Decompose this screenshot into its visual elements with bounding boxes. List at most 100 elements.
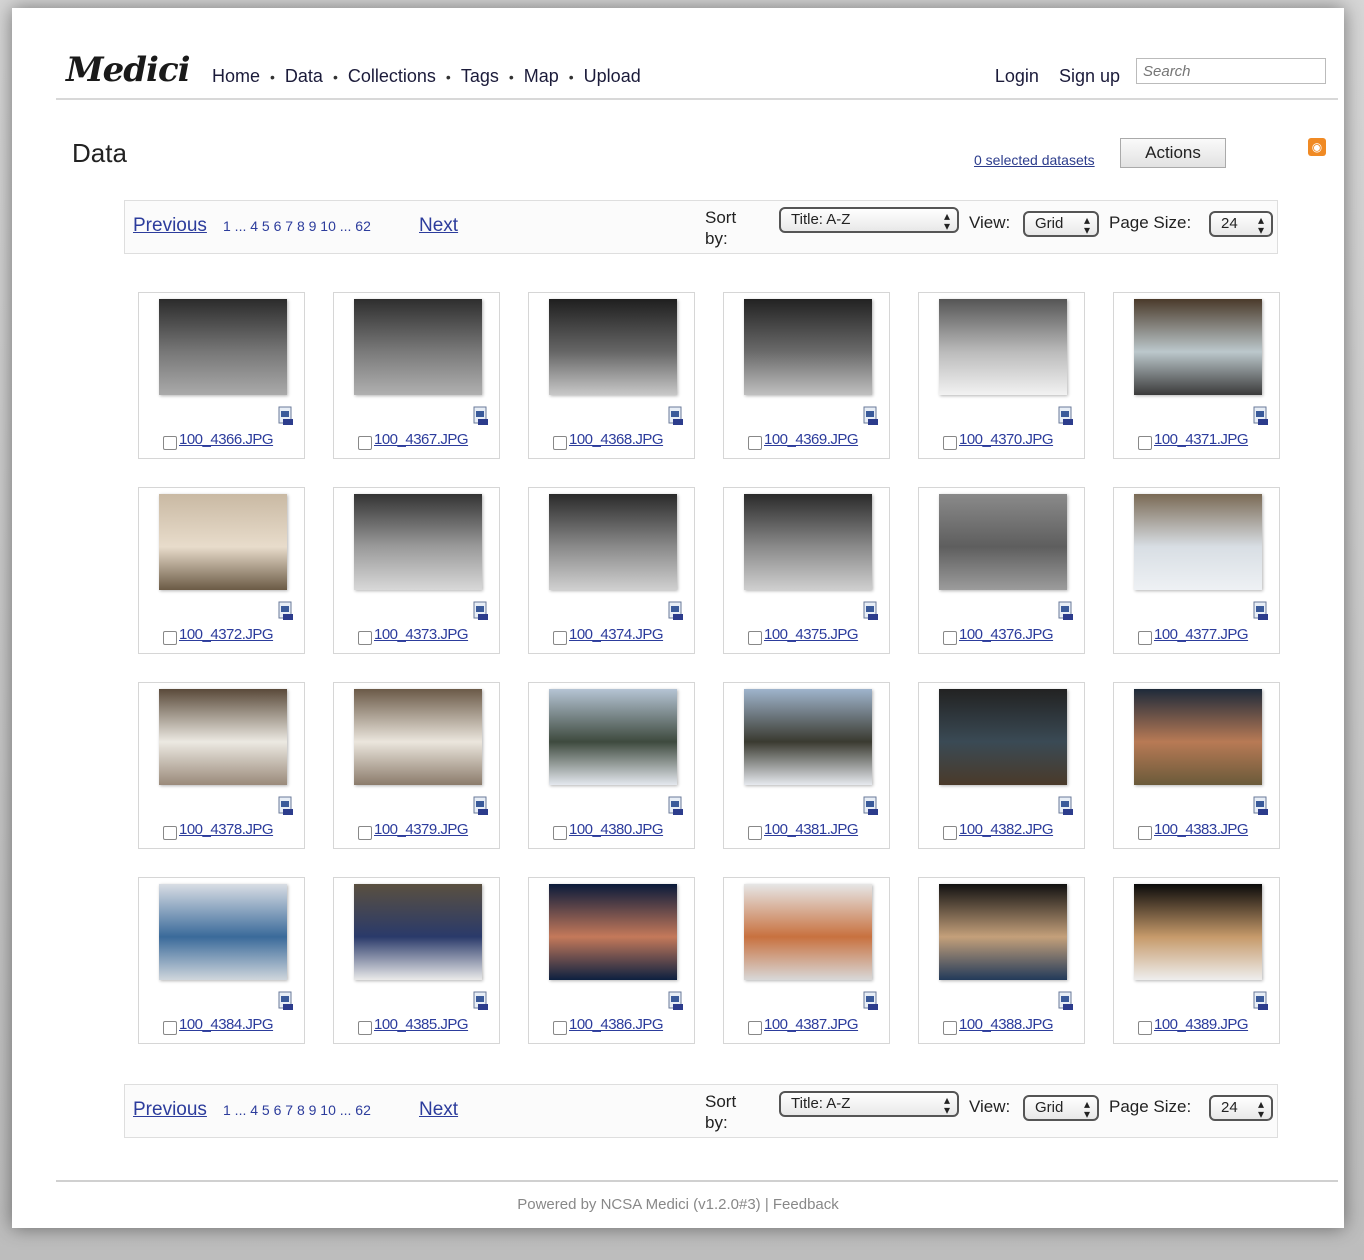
select-checkbox[interactable]	[748, 826, 762, 840]
dataset-tile[interactable]: 100_4384.JPG	[138, 877, 305, 1044]
dataset-filename-link[interactable]: 100_4375.JPG	[764, 626, 859, 643]
dataset-thumbnail[interactable]	[744, 884, 872, 980]
dataset-filename-link[interactable]: 100_4378.JPG	[179, 821, 274, 838]
dataset-filename-link[interactable]: 100_4366.JPG	[179, 431, 274, 448]
select-checkbox[interactable]	[553, 436, 567, 450]
dataset-tile[interactable]: 100_4377.JPG	[1113, 487, 1280, 654]
previous-link[interactable]: Previous	[133, 1099, 207, 1121]
dataset-thumbnail[interactable]	[1134, 689, 1262, 785]
select-checkbox[interactable]	[1138, 436, 1152, 450]
dataset-thumbnail[interactable]	[1134, 884, 1262, 980]
dataset-tile[interactable]: 100_4381.JPG	[723, 682, 890, 849]
sort-select[interactable]: Title: A-Z ▴ ▾	[779, 207, 959, 233]
dataset-tile[interactable]: 100_4379.JPG	[333, 682, 500, 849]
dataset-filename-link[interactable]: 100_4373.JPG	[374, 626, 469, 643]
dataset-filename-link[interactable]: 100_4377.JPG	[1154, 626, 1249, 643]
page-size-select[interactable]: 24 ▴ ▾	[1209, 1095, 1273, 1121]
dataset-tile[interactable]: 100_4383.JPG	[1113, 682, 1280, 849]
dataset-tile[interactable]: 100_4388.JPG	[918, 877, 1085, 1044]
dataset-filename-link[interactable]: 100_4371.JPG	[1154, 431, 1249, 448]
dataset-thumbnail[interactable]	[939, 494, 1067, 590]
dataset-filename-link[interactable]: 100_4372.JPG	[179, 626, 274, 643]
dataset-filename-link[interactable]: 100_4389.JPG	[1154, 1016, 1249, 1033]
select-checkbox[interactable]	[1138, 1021, 1152, 1035]
select-checkbox[interactable]	[1138, 826, 1152, 840]
page-size-select[interactable]: 24 ▴ ▾	[1209, 211, 1273, 237]
dataset-tile[interactable]: 100_4376.JPG	[918, 487, 1085, 654]
view-select[interactable]: Grid ▴ ▾	[1023, 211, 1099, 237]
nav-map[interactable]: Map	[524, 66, 559, 87]
dataset-tile[interactable]: 100_4373.JPG	[333, 487, 500, 654]
select-checkbox[interactable]	[943, 826, 957, 840]
dataset-thumbnail[interactable]	[939, 884, 1067, 980]
dataset-filename-link[interactable]: 100_4385.JPG	[374, 1016, 469, 1033]
dataset-tile[interactable]: 100_4386.JPG	[528, 877, 695, 1044]
dataset-tile[interactable]: 100_4380.JPG	[528, 682, 695, 849]
page-numbers[interactable]: 1 ... 4 5 6 7 8 9 10 ... 62	[223, 218, 371, 234]
select-checkbox[interactable]	[163, 1021, 177, 1035]
dataset-filename-link[interactable]: 100_4388.JPG	[959, 1016, 1054, 1033]
dataset-thumbnail[interactable]	[354, 299, 482, 395]
select-checkbox[interactable]	[358, 826, 372, 840]
view-select[interactable]: Grid ▴ ▾	[1023, 1095, 1099, 1121]
select-checkbox[interactable]	[358, 1021, 372, 1035]
previous-link[interactable]: Previous	[133, 215, 207, 237]
search-input[interactable]	[1136, 58, 1326, 84]
dataset-tile[interactable]: 100_4372.JPG	[138, 487, 305, 654]
select-checkbox[interactable]	[748, 1021, 762, 1035]
dataset-thumbnail[interactable]	[744, 494, 872, 590]
dataset-tile[interactable]: 100_4368.JPG	[528, 292, 695, 459]
select-checkbox[interactable]	[553, 1021, 567, 1035]
dataset-filename-link[interactable]: 100_4367.JPG	[374, 431, 469, 448]
dataset-filename-link[interactable]: 100_4386.JPG	[569, 1016, 664, 1033]
select-checkbox[interactable]	[943, 436, 957, 450]
dataset-tile[interactable]: 100_4387.JPG	[723, 877, 890, 1044]
dataset-filename-link[interactable]: 100_4387.JPG	[764, 1016, 859, 1033]
sort-select[interactable]: Title: A-Z ▴ ▾	[779, 1091, 959, 1117]
nav-tags[interactable]: Tags	[461, 66, 499, 87]
dataset-tile[interactable]: 100_4378.JPG	[138, 682, 305, 849]
select-checkbox[interactable]	[1138, 631, 1152, 645]
dataset-tile[interactable]: 100_4371.JPG	[1113, 292, 1280, 459]
dataset-filename-link[interactable]: 100_4381.JPG	[764, 821, 859, 838]
nav-upload[interactable]: Upload	[584, 66, 641, 87]
dataset-filename-link[interactable]: 100_4369.JPG	[764, 431, 859, 448]
page-numbers[interactable]: 1 ... 4 5 6 7 8 9 10 ... 62	[223, 1102, 371, 1118]
dataset-tile[interactable]: 100_4385.JPG	[333, 877, 500, 1044]
dataset-filename-link[interactable]: 100_4368.JPG	[569, 431, 664, 448]
select-checkbox[interactable]	[748, 436, 762, 450]
select-checkbox[interactable]	[943, 1021, 957, 1035]
dataset-tile[interactable]: 100_4375.JPG	[723, 487, 890, 654]
select-checkbox[interactable]	[748, 631, 762, 645]
login-link[interactable]: Login	[995, 66, 1039, 87]
dataset-tile[interactable]: 100_4367.JPG	[333, 292, 500, 459]
signup-link[interactable]: Sign up	[1059, 66, 1120, 87]
dataset-filename-link[interactable]: 100_4383.JPG	[1154, 821, 1249, 838]
dataset-thumbnail[interactable]	[1134, 299, 1262, 395]
dataset-filename-link[interactable]: 100_4370.JPG	[959, 431, 1054, 448]
dataset-thumbnail[interactable]	[159, 494, 287, 590]
dataset-filename-link[interactable]: 100_4382.JPG	[959, 821, 1054, 838]
nav-collections[interactable]: Collections	[348, 66, 436, 87]
select-checkbox[interactable]	[553, 631, 567, 645]
select-checkbox[interactable]	[358, 436, 372, 450]
dataset-thumbnail[interactable]	[354, 689, 482, 785]
dataset-thumbnail[interactable]	[939, 299, 1067, 395]
dataset-filename-link[interactable]: 100_4376.JPG	[959, 626, 1054, 643]
site-logo[interactable]: Medici	[66, 50, 191, 90]
select-checkbox[interactable]	[163, 631, 177, 645]
next-link[interactable]: Next	[419, 215, 458, 237]
dataset-thumbnail[interactable]	[159, 884, 287, 980]
actions-button[interactable]: Actions	[1120, 138, 1226, 168]
dataset-thumbnail[interactable]	[159, 689, 287, 785]
nav-home[interactable]: Home	[212, 66, 260, 87]
select-checkbox[interactable]	[553, 826, 567, 840]
dataset-tile[interactable]: 100_4374.JPG	[528, 487, 695, 654]
dataset-thumbnail[interactable]	[549, 299, 677, 395]
dataset-filename-link[interactable]: 100_4380.JPG	[569, 821, 664, 838]
select-checkbox[interactable]	[163, 436, 177, 450]
dataset-thumbnail[interactable]	[549, 689, 677, 785]
dataset-thumbnail[interactable]	[549, 884, 677, 980]
dataset-thumbnail[interactable]	[159, 299, 287, 395]
dataset-thumbnail[interactable]	[549, 494, 677, 590]
